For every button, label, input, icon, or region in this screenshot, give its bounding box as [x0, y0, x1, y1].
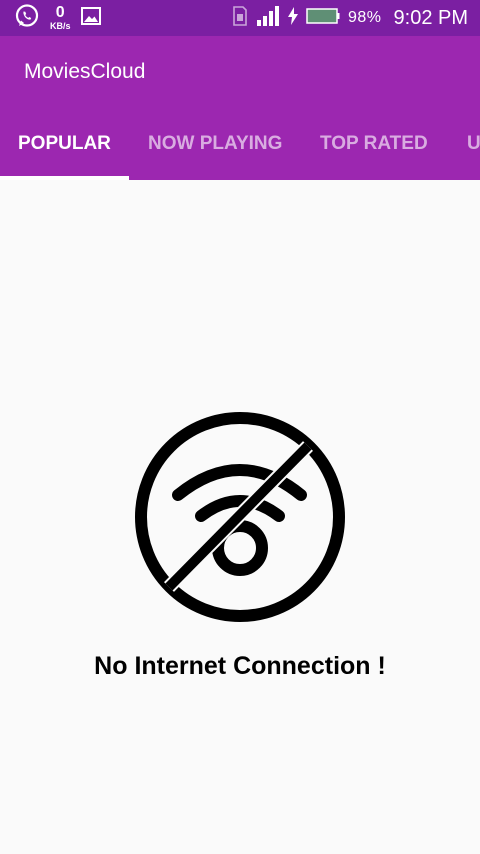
main-content: No Internet Connection ! — [0, 180, 480, 854]
status-bar-left: 0 KB/s — [14, 3, 101, 34]
status-clock: 9:02 PM — [393, 6, 468, 29]
no-wifi-icon — [135, 412, 345, 622]
app-title: MoviesCloud — [24, 60, 146, 83]
tab-upcoming[interactable]: UPCOMING — [467, 108, 480, 180]
sim-icon — [232, 5, 248, 31]
data-rate-unit: KB/s — [50, 21, 71, 31]
app-bar: MoviesCloud POPULAR NOW PLAYING TOP RATE… — [0, 36, 480, 180]
image-icon — [80, 6, 101, 30]
whatsapp-icon — [14, 3, 40, 34]
signal-icon — [256, 5, 280, 32]
battery-icon — [306, 7, 340, 30]
tab-popular[interactable]: POPULAR — [18, 108, 111, 180]
data-rate-value: 0 — [55, 4, 65, 21]
tab-bar: POPULAR NOW PLAYING TOP RATED UPCOMING — [0, 108, 480, 180]
tab-top-rated[interactable]: TOP RATED — [320, 108, 428, 180]
no-connection-message: No Internet Connection ! — [94, 652, 386, 680]
battery-percent: 98% — [347, 9, 382, 26]
status-bar: 0 KB/s 98% 9:02 PM — [0, 0, 480, 36]
charging-icon — [287, 6, 298, 30]
status-bar-right: 98% 9:02 PM — [232, 0, 468, 36]
data-rate-indicator: 0 KB/s — [50, 5, 71, 31]
tab-now-playing[interactable]: NOW PLAYING — [148, 108, 282, 180]
